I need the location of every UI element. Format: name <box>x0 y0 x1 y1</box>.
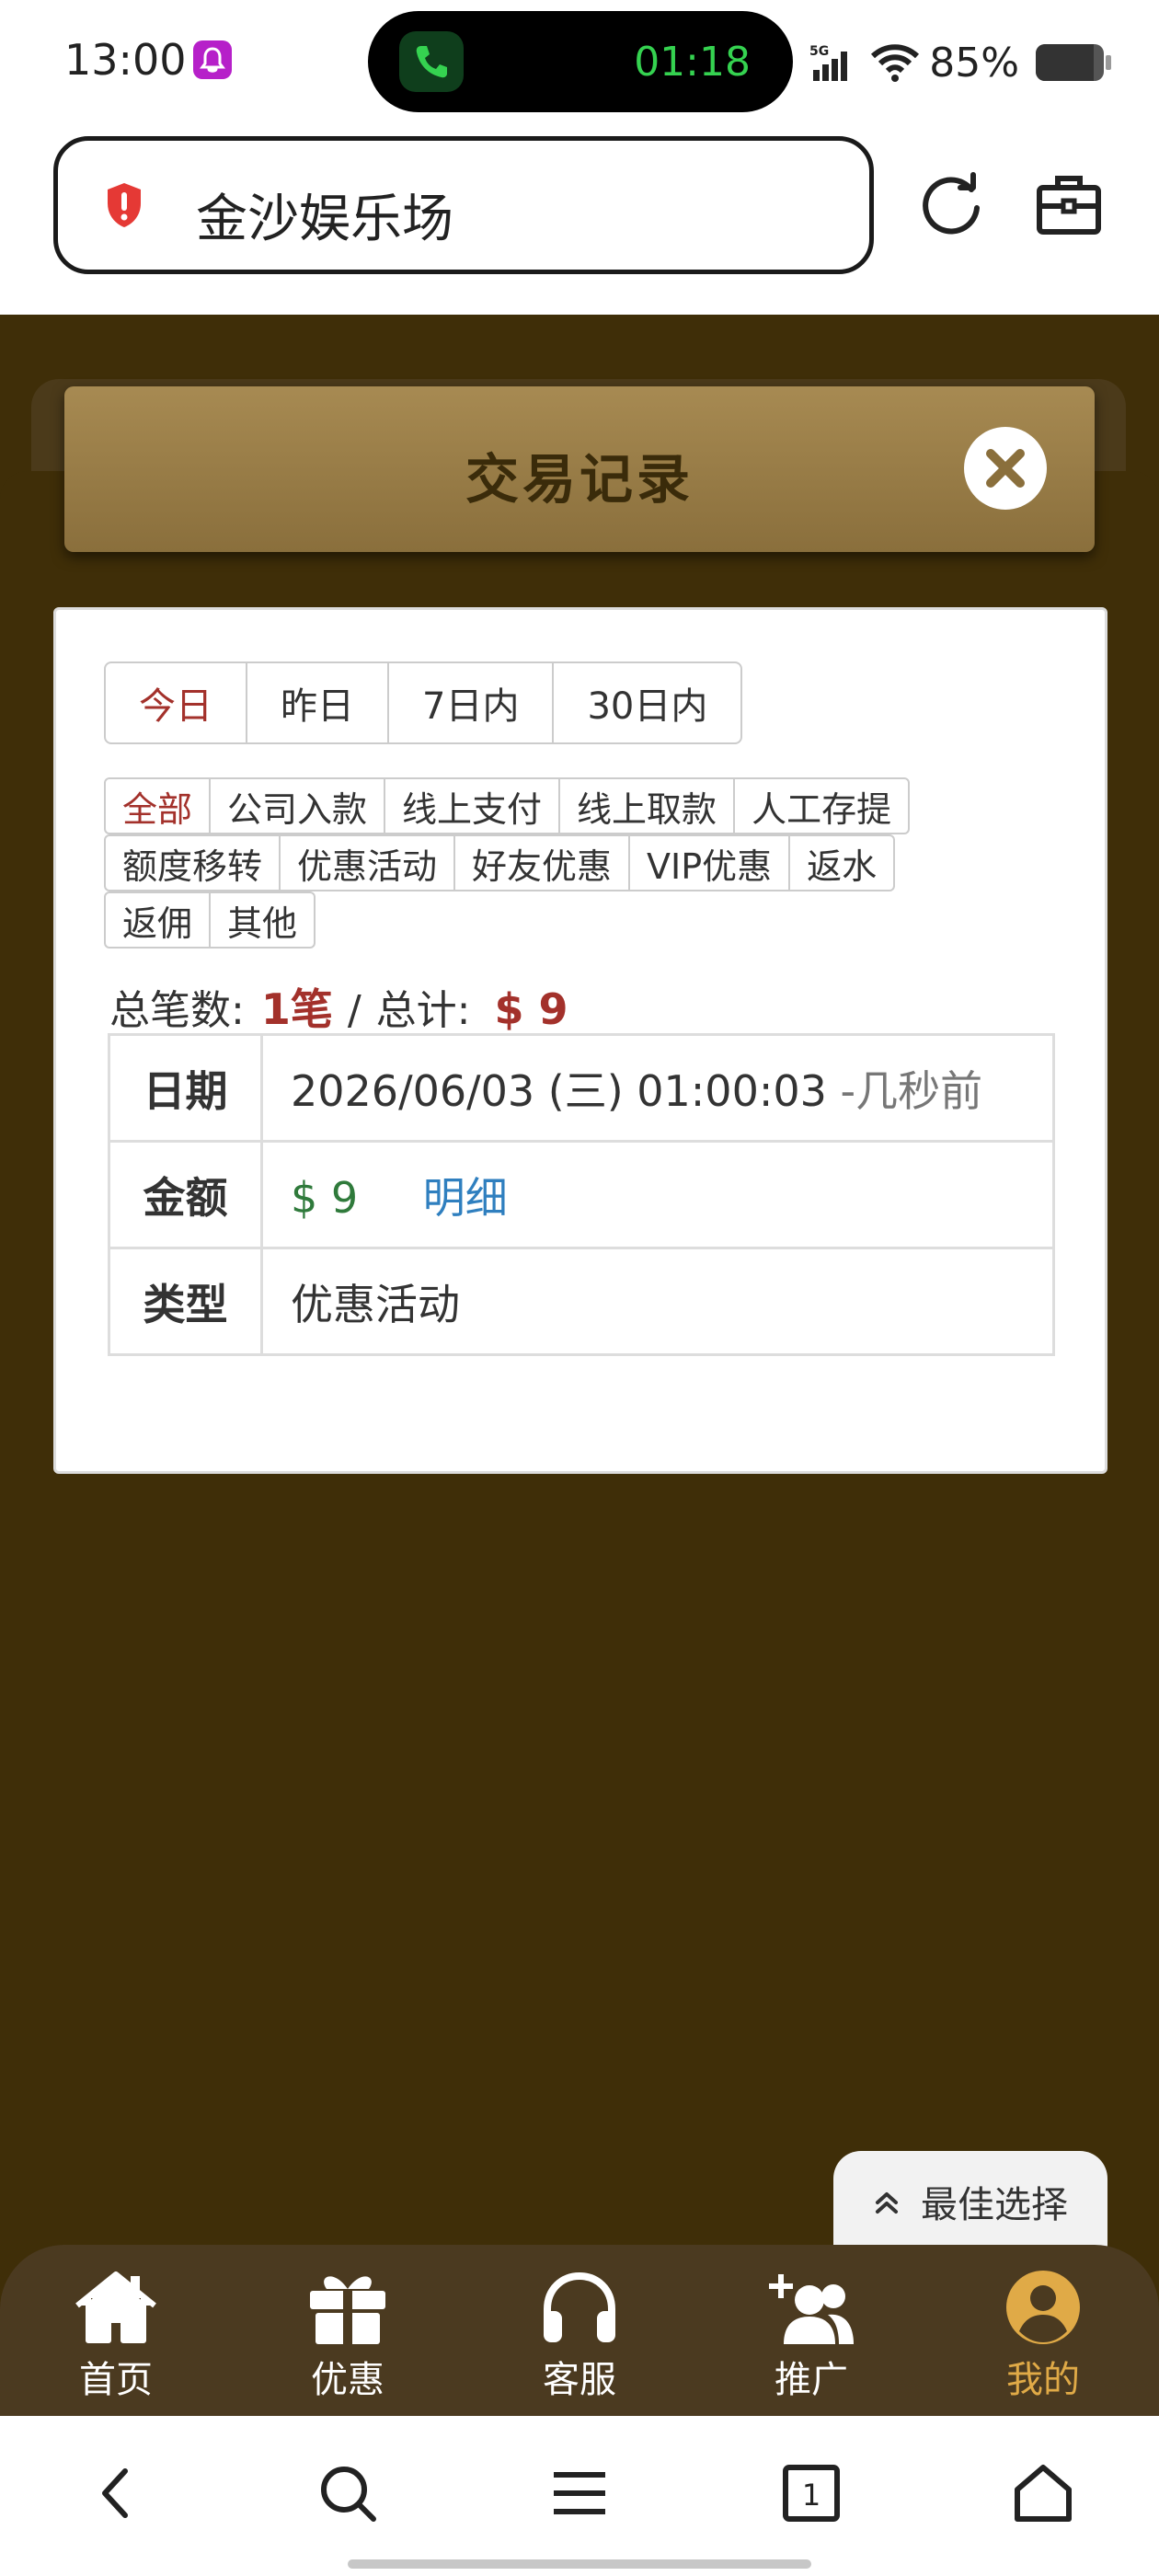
table-row: 日期 2026/06/03 (三) 01:00:03 -几秒前 <box>108 1033 1055 1143</box>
nav-mine[interactable]: 我的 <box>970 2269 1117 2407</box>
nav-support-label: 客服 <box>543 2359 616 2401</box>
type-manual-deposit-withdraw[interactable]: 人工存提 <box>733 779 908 833</box>
tabs-icon[interactable]: 1 <box>780 2462 843 2524</box>
status-right: 5G 85% <box>809 35 1111 90</box>
gift-icon <box>310 2276 385 2344</box>
address-bar[interactable]: 金沙娱乐场 <box>53 136 874 274</box>
nav-promotions-label: 优惠 <box>311 2359 384 2401</box>
transactions-card: 今日 昨日 7日内 30日内 全部 公司入款 线上支付 线上取款 人工存提 额度… <box>53 607 1107 1474</box>
close-icon <box>986 449 1025 488</box>
home-button-icon[interactable] <box>1012 2462 1074 2524</box>
browser-toolbar: 1 <box>0 2416 1159 2576</box>
type-credit-transfer[interactable]: 额度移转 <box>106 836 279 890</box>
nav-support[interactable]: 客服 <box>506 2269 653 2407</box>
amount-key: 金额 <box>108 1140 263 1249</box>
close-button[interactable] <box>964 427 1047 510</box>
type-commission[interactable]: 返佣 <box>106 893 209 947</box>
tab-30-days[interactable]: 30日内 <box>552 663 740 742</box>
chevron-double-up-icon <box>876 2192 898 2214</box>
type-online-withdrawal[interactable]: 线上取款 <box>558 779 733 833</box>
type-rebate[interactable]: 返水 <box>788 836 893 890</box>
app-bottom-nav: 首页 优惠 客服 推广 我的 <box>0 2245 1159 2416</box>
total-value: $ 9 <box>494 984 568 1034</box>
user-plus-icon <box>769 2274 854 2344</box>
type-row-3: 返佣 其他 <box>104 891 1070 949</box>
reload-icon[interactable] <box>916 171 986 241</box>
type-online-payment[interactable]: 线上支付 <box>384 779 558 833</box>
type-key: 类型 <box>108 1247 263 1356</box>
search-icon[interactable] <box>316 2462 379 2524</box>
signal-icon: 5G <box>809 44 848 81</box>
table-row: 类型 优惠活动 <box>108 1247 1055 1356</box>
amount-value: $ 9 <box>291 1172 359 1223</box>
nav-home[interactable]: 首页 <box>42 2269 189 2407</box>
menu-icon[interactable] <box>548 2462 611 2524</box>
phone-icon <box>399 31 464 92</box>
call-timer: 01:18 <box>634 39 751 86</box>
type-row-1: 全部 公司入款 线上支付 线上取款 人工存提 <box>104 777 1070 834</box>
best-choice-button[interactable]: 最佳选择 <box>833 2151 1107 2252</box>
count-label: 总笔数: <box>109 987 245 1034</box>
type-value: 优惠活动 <box>260 1247 1055 1356</box>
battery-percent: 85% <box>929 39 1019 86</box>
back-icon[interactable] <box>90 2462 142 2524</box>
summary-separator: / <box>347 987 361 1034</box>
type-filters: 全部 公司入款 线上支付 线上取款 人工存提 额度移转 优惠活动 好友优惠 VI… <box>104 777 1070 949</box>
tab-7-days[interactable]: 7日内 <box>387 663 552 742</box>
type-friend-bonus[interactable]: 好友优惠 <box>453 836 628 890</box>
date-range-tabs: 今日 昨日 7日内 30日内 <box>104 661 743 744</box>
home-indicator[interactable] <box>348 2559 811 2569</box>
svg-text:5G: 5G <box>809 44 829 59</box>
home-icon <box>75 2271 156 2343</box>
headset-icon <box>544 2271 615 2342</box>
briefcase-icon[interactable] <box>1034 171 1104 241</box>
best-choice-label: 最佳选择 <box>921 2184 1068 2226</box>
type-row-2: 额度移转 优惠活动 好友优惠 VIP优惠 返水 <box>104 834 1070 891</box>
transaction-record: 日期 2026/06/03 (三) 01:00:03 -几秒前 金额 $ 9 明… <box>108 1033 1055 1356</box>
page-title: 交易记录 <box>465 448 694 511</box>
call-indicator[interactable]: 01:18 <box>368 11 793 112</box>
total-label: 总计: <box>375 987 471 1034</box>
user-circle-icon <box>1006 2271 1080 2344</box>
date-cell: 2026/06/03 (三) 01:00:03 -几秒前 <box>260 1033 1055 1143</box>
nav-mine-label: 我的 <box>1006 2359 1080 2401</box>
summary-line: 总笔数: 1笔 / 总计: $ 9 <box>109 976 568 1037</box>
status-bar: 13:00 01:18 5G 85% <box>0 0 1159 129</box>
type-vip-bonus[interactable]: VIP优惠 <box>628 836 788 890</box>
shield-warning-icon[interactable] <box>104 181 144 229</box>
date-ago: -几秒前 <box>840 1065 983 1116</box>
type-promotions[interactable]: 优惠活动 <box>279 836 453 890</box>
count-value: 1笔 <box>260 984 333 1034</box>
date-value: 2026/06/03 (三) 01:00:03 <box>291 1065 827 1116</box>
type-company-deposit[interactable]: 公司入款 <box>209 779 384 833</box>
nav-referral[interactable]: 推广 <box>738 2269 885 2407</box>
battery-icon <box>1036 44 1111 81</box>
type-all[interactable]: 全部 <box>106 779 209 833</box>
tab-today[interactable]: 今日 <box>106 663 246 742</box>
app-area: 交易记录 今日 昨日 7日内 30日内 全部 公司入款 线上支付 线上取款 人工… <box>0 315 1159 2416</box>
nav-referral-label: 推广 <box>775 2359 848 2401</box>
type-other[interactable]: 其他 <box>209 893 314 947</box>
detail-link[interactable]: 明细 <box>423 1173 508 1223</box>
site-title[interactable]: 金沙娱乐场 <box>196 178 453 252</box>
nav-promotions[interactable]: 优惠 <box>274 2269 421 2407</box>
table-row: 金额 $ 9 明细 <box>108 1140 1055 1249</box>
date-key: 日期 <box>108 1033 263 1143</box>
wifi-icon <box>871 44 920 82</box>
amount-cell: $ 9 明细 <box>260 1140 1055 1249</box>
nav-home-label: 首页 <box>79 2359 153 2401</box>
modal-header: 交易记录 <box>64 386 1095 552</box>
notification-bell-icon <box>193 40 232 79</box>
tab-yesterday[interactable]: 昨日 <box>246 663 387 742</box>
status-time: 13:00 <box>64 35 187 85</box>
svg-text:1: 1 <box>802 2478 820 2513</box>
